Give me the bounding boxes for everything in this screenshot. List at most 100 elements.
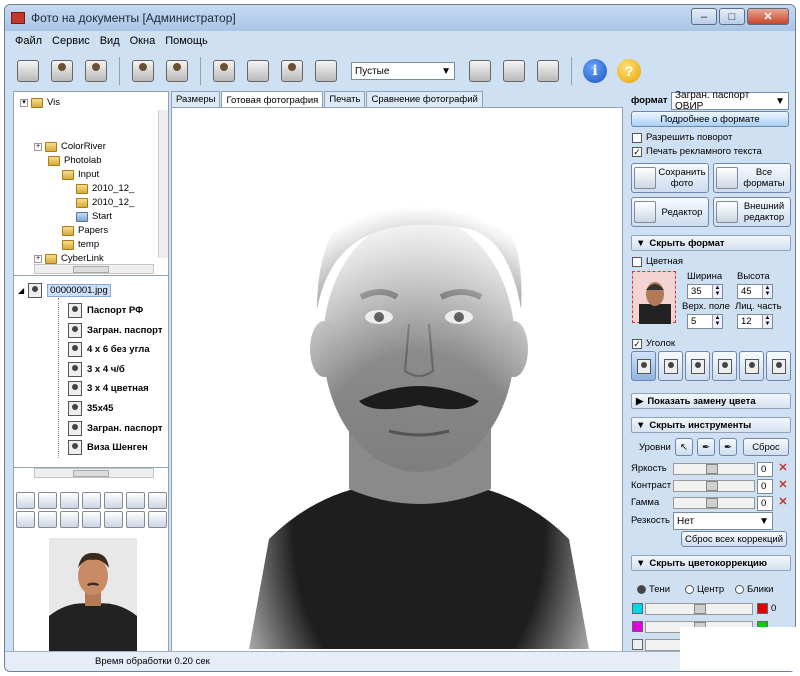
preset-select[interactable]: Пустые ▼ bbox=[351, 62, 455, 80]
top-field-input[interactable]: 5 ▲ ▼ bbox=[687, 314, 723, 329]
levels-reset-button[interactable]: Сброс bbox=[743, 438, 789, 456]
corner-option-button[interactable] bbox=[739, 351, 764, 381]
hide-format-header[interactable]: ▼ Скрыть формат bbox=[631, 235, 791, 251]
users-button[interactable] bbox=[209, 56, 239, 86]
tree-item[interactable]: Photolab bbox=[48, 154, 102, 167]
menu-help[interactable]: Помощь bbox=[165, 35, 208, 47]
save-button[interactable] bbox=[128, 56, 158, 86]
reset-x-icon[interactable]: ✕ bbox=[777, 497, 789, 509]
expander-icon[interactable]: + bbox=[34, 142, 42, 151]
eyedropper-black-button[interactable]: ✒ bbox=[697, 438, 715, 456]
tab-compare[interactable]: Сравнение фотографий bbox=[366, 91, 483, 107]
hide-color-correction-header[interactable]: ▼ Скрыть цветокоррекцию bbox=[631, 555, 791, 571]
gamma-value[interactable]: 0 bbox=[757, 496, 773, 511]
cyan-red-slider[interactable] bbox=[645, 603, 753, 615]
show-color-replace-header[interactable]: ▶ Показать замену цвета bbox=[631, 393, 791, 409]
tree-item[interactable]: 2010_12_ bbox=[76, 196, 134, 209]
height-input[interactable]: 45 ▲ ▼ bbox=[737, 284, 773, 299]
corner-option-button[interactable] bbox=[766, 351, 791, 381]
eyedropper-white-button[interactable]: ✒ bbox=[719, 438, 737, 456]
file-action-button[interactable] bbox=[126, 511, 145, 528]
tree-item[interactable]: 2010_12_ bbox=[76, 182, 134, 195]
file-action-button[interactable] bbox=[148, 492, 167, 509]
format-select[interactable]: Загран. паспорт ОВИР ▼ bbox=[671, 90, 789, 112]
expander-icon[interactable]: ▾ bbox=[20, 98, 28, 107]
spin-arrows-icon[interactable]: ▲ ▼ bbox=[762, 285, 772, 298]
title-bar[interactable]: Фото на документы [Администратор] – □ ✕ bbox=[5, 5, 795, 31]
format-list-item[interactable]: 3 x 4 ч/б bbox=[68, 361, 125, 378]
menu-windows[interactable]: Окна bbox=[130, 35, 156, 47]
corner-checkbox[interactable]: ✓ bbox=[632, 339, 642, 349]
hide-tools-header[interactable]: ▼ Скрыть инструменты bbox=[631, 417, 791, 433]
minimize-button[interactable]: – bbox=[691, 8, 717, 25]
reset-all-button[interactable]: Сброс всех коррекций bbox=[681, 531, 787, 547]
delete-layout-button[interactable] bbox=[533, 56, 563, 86]
highlights-radio[interactable] bbox=[735, 585, 744, 594]
allow-rotate-checkbox[interactable] bbox=[632, 133, 642, 143]
file-action-button[interactable] bbox=[38, 492, 57, 509]
slider-thumb[interactable] bbox=[706, 498, 718, 508]
format-list-item[interactable]: 35x45 bbox=[68, 400, 113, 417]
format-list-item[interactable]: 4 x 6 без угла bbox=[68, 341, 150, 358]
more-about-format-button[interactable]: Подробнее о формате bbox=[631, 111, 789, 127]
menu-service[interactable]: Сервис bbox=[52, 35, 90, 47]
file-action-button[interactable] bbox=[104, 492, 123, 509]
tree-hscrollbar[interactable] bbox=[34, 264, 154, 274]
open-files-button[interactable] bbox=[13, 56, 43, 86]
width-input[interactable]: 35 ▲ ▼ bbox=[687, 284, 723, 299]
maximize-button[interactable]: □ bbox=[719, 8, 745, 25]
spin-arrows-icon[interactable]: ▲ ▼ bbox=[762, 315, 772, 328]
close-button[interactable]: ✕ bbox=[747, 8, 789, 25]
file-action-button[interactable] bbox=[82, 492, 101, 509]
slider-thumb[interactable] bbox=[706, 464, 718, 474]
list-hscrollbar[interactable] bbox=[34, 468, 154, 478]
file-action-button[interactable] bbox=[82, 511, 101, 528]
print-ad-checkbox[interactable]: ✓ bbox=[632, 147, 642, 157]
format-list-item[interactable]: Виза Шенген bbox=[68, 439, 148, 456]
format-list-item[interactable]: Паспорт РФ bbox=[68, 302, 143, 319]
settings-button[interactable] bbox=[243, 56, 273, 86]
file-action-button[interactable] bbox=[60, 492, 79, 509]
tree-item[interactable]: temp bbox=[62, 238, 99, 251]
corner-option-button[interactable] bbox=[631, 351, 656, 381]
tree-item[interactable]: ▾ Vis bbox=[20, 96, 60, 109]
file-action-button[interactable] bbox=[16, 492, 35, 509]
menu-file[interactable]: Файл bbox=[15, 35, 42, 47]
tree-item[interactable]: Start bbox=[76, 210, 112, 223]
contrast-value[interactable]: 0 bbox=[757, 479, 773, 494]
add-layout-button[interactable] bbox=[499, 56, 529, 86]
help-button[interactable]: ? bbox=[614, 56, 644, 86]
format-list-item[interactable]: 3 x 4 цветная bbox=[68, 380, 149, 397]
reset-x-icon[interactable]: ✕ bbox=[777, 463, 789, 475]
contrast-slider[interactable] bbox=[673, 480, 755, 492]
file-action-button[interactable] bbox=[60, 511, 79, 528]
menu-view[interactable]: Вид bbox=[100, 35, 120, 47]
save-photo-button[interactable]: Сохранить фото bbox=[631, 163, 709, 193]
all-formats-button[interactable]: Все форматы bbox=[713, 163, 791, 193]
wizard-button[interactable] bbox=[81, 56, 111, 86]
gamma-slider[interactable] bbox=[673, 497, 755, 509]
file-action-button[interactable] bbox=[126, 492, 145, 509]
face-part-input[interactable]: 12 ▲ ▼ bbox=[737, 314, 773, 329]
tree-item[interactable]: + ColorRiver bbox=[34, 140, 106, 153]
sharpness-select[interactable]: Нет ▼ bbox=[673, 512, 773, 530]
select-layout-button[interactable] bbox=[465, 56, 495, 86]
zoom-button[interactable] bbox=[162, 56, 192, 86]
open-photo-button[interactable] bbox=[47, 56, 77, 86]
corner-option-button[interactable] bbox=[685, 351, 710, 381]
shadows-radio[interactable] bbox=[637, 585, 646, 594]
format-list-item[interactable]: Загран. паспорт bbox=[68, 420, 162, 437]
expander-icon[interactable]: + bbox=[34, 254, 42, 263]
center-radio[interactable] bbox=[685, 585, 694, 594]
file-action-button[interactable] bbox=[148, 511, 167, 528]
spin-arrows-icon[interactable]: ▲ ▼ bbox=[712, 315, 722, 328]
tab-sizes[interactable]: Размеры bbox=[171, 91, 221, 107]
corner-option-button[interactable] bbox=[712, 351, 737, 381]
info-button[interactable]: i bbox=[580, 56, 610, 86]
tree-item[interactable]: Input bbox=[62, 168, 99, 181]
reset-x-icon[interactable]: ✕ bbox=[777, 480, 789, 492]
cursor-tool-button[interactable]: ↖ bbox=[675, 438, 693, 456]
file-root[interactable]: ◢ 00000001.jpg bbox=[18, 283, 111, 298]
tree-item[interactable]: Papers bbox=[62, 224, 108, 237]
editor-button[interactable]: Редактор bbox=[631, 197, 709, 227]
